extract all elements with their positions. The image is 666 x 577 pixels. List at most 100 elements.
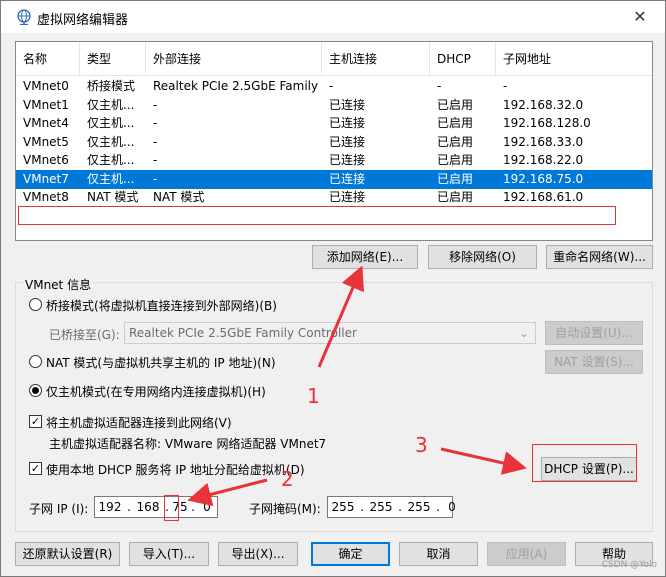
cell-subnet: 192.168.22.0 [503,153,584,167]
bridged-to-value: Realtek PCIe 2.5GbE Family Controller [129,326,357,340]
selected-row-highlight-box [18,206,616,225]
cell-type: 仅主机... [87,153,135,167]
subnet-mask-octet-2[interactable]: 255 [366,497,396,517]
cell-dhcp: 已启用 [437,97,474,112]
table-row[interactable]: VMnet7 仅主机... - 已连接 已启用 192.168.75.0 [16,169,652,189]
annotation-number-3: 3 [415,433,428,457]
ip-dot: . [127,500,131,514]
column-header-name[interactable]: 名称 [16,42,80,76]
subnet-ip-field[interactable]: 192. 168. 75. 0 [94,496,218,518]
subnet-ip-octet-2[interactable]: 168 [133,497,163,517]
cell-subnet: 192.168.61.0 [503,190,584,204]
remove-network-button[interactable]: 移除网络(O) [428,245,537,269]
cell-host: 已连接 [329,116,366,130]
restore-defaults-button[interactable]: 还原默认设置(R) [15,542,120,566]
add-network-button[interactable]: 添加网络(E)... [312,245,418,269]
annotation-number-2: 2 [281,467,294,491]
list-header: 名称 类型 外部连接 主机连接 DHCP 子网地址 [16,42,652,76]
table-row[interactable]: VMnet8 NAT 模式 NAT 模式 已连接 已启用 192.168.61.0 [16,188,652,207]
subnet-ip-octet-4[interactable]: 0 [197,497,217,517]
apply-button[interactable]: 应用(A) [487,542,566,566]
cell-subnet: 192.168.75.0 [503,171,584,186]
network-globe-icon [17,9,31,25]
table-row[interactable]: VMnet1 仅主机... - 已连接 已启用 192.168.32.0 [16,96,652,115]
chevron-down-icon: ⌄ [518,326,529,340]
cell-name: VMnet5 [23,134,69,149]
column-header-external[interactable]: 外部连接 [146,42,322,76]
cell-external: NAT 模式 [153,190,205,204]
cell-type: 仅主机... [87,134,135,149]
cell-name: VMnet6 [23,153,69,167]
cell-external: - [153,97,158,112]
cell-name: VMnet8 [23,190,69,204]
cell-subnet: 192.168.32.0 [503,97,584,112]
bridge-mode-radio[interactable] [29,298,42,311]
subnet-ip-octet-1[interactable]: 192 [95,497,125,517]
use-dhcp-label[interactable]: 使用本地 DHCP 服务将 IP 地址分配给虚拟机(D) [46,461,305,478]
cell-external: - [153,153,158,167]
cell-dhcp: 已启用 [437,153,474,167]
subnet-mask-octet-3[interactable]: 255 [404,497,434,517]
column-header-dhcp[interactable]: DHCP [430,42,496,76]
subnet-ip-octet-3[interactable]: 75 [171,497,189,517]
virtual-network-editor-window: 虚拟网络编辑器 ✕ 名称 类型 外部连接 主机连接 DHCP 子网地址 VMne… [0,0,666,577]
subnet-mask-field[interactable]: 255. 255. 255. 0 [327,496,456,518]
title-bar: 虚拟网络编辑器 ✕ [1,1,665,33]
table-row[interactable]: VMnet0 桥接模式 Realtek PCIe 2.5GbE Family ...… [16,77,652,96]
cell-external: Realtek PCIe 2.5GbE Family ... [153,79,322,93]
bridge-mode-label[interactable]: 桥接模式(将虚拟机直接连接到外部网络)(B) [46,297,277,314]
bridged-to-label: 已桥接至(G): [49,328,120,342]
cell-dhcp: 已启用 [437,190,474,204]
column-header-subnet[interactable]: 子网地址 [496,42,652,76]
cell-dhcp: 已启用 [437,134,474,149]
nat-mode-radio[interactable] [29,355,42,368]
column-header-type[interactable]: 类型 [80,42,146,76]
nat-settings-button[interactable]: NAT 设置(S)... [545,350,643,374]
cell-external: - [153,171,158,186]
host-only-mode-radio[interactable] [29,384,42,397]
cell-type: 仅主机... [87,116,135,130]
window-title: 虚拟网络编辑器 [37,13,129,28]
cell-host: 已连接 [329,134,366,149]
cell-host: 已连接 [329,190,366,204]
cell-host: 已连接 [329,171,366,186]
cell-type: 桥接模式 [87,79,136,93]
ip-dot: . [398,500,402,514]
close-icon[interactable]: ✕ [629,6,651,28]
export-button[interactable]: 导出(X)... [218,542,298,566]
annotation-number-1: 1 [307,384,320,408]
ok-button[interactable]: 确定 [311,542,390,566]
auto-settings-button[interactable]: 自动设置(U)... [545,321,643,345]
network-list[interactable]: 名称 类型 外部连接 主机连接 DHCP 子网地址 VMnet0 桥接模式 Real… [15,41,653,241]
subnet-mask-octet-1[interactable]: 255 [328,497,358,517]
cell-subnet: 192.168.33.0 [503,134,584,149]
ip-dot: . [191,500,195,514]
cell-dhcp: - [437,79,442,93]
cell-subnet: - [503,79,508,93]
cancel-button[interactable]: 取消 [399,542,478,566]
cell-type: 仅主机... [87,171,135,186]
cell-name: VMnet4 [23,116,69,130]
connect-adapter-checkbox[interactable]: ✓ [29,415,42,428]
dhcp-settings-button[interactable]: DHCP 设置(P)... [541,457,637,481]
rename-network-button[interactable]: 重命名网络(W)... [546,245,653,269]
connect-adapter-label[interactable]: 将主机虚拟适配器连接到此网络(V) [46,414,232,431]
host-only-mode-label[interactable]: 仅主机模式(在专用网络内连接虚拟机)(H) [46,383,266,400]
cell-host: - [329,79,334,93]
cell-subnet: 192.168.128.0 [503,116,591,130]
table-row[interactable]: VMnet6 仅主机... - 已连接 已启用 192.168.22.0 [16,151,652,170]
nat-mode-label[interactable]: NAT 模式(与虚拟机共享主机的 IP 地址)(N) [46,354,276,371]
cell-type: 仅主机... [87,97,135,112]
import-button[interactable]: 导入(T)... [129,542,209,566]
cell-external: - [153,116,158,130]
cell-name: VMnet1 [23,97,69,112]
bridged-to-select[interactable]: Realtek PCIe 2.5GbE Family Controller ⌄ [124,322,536,344]
table-row[interactable]: VMnet4 仅主机... - 已连接 已启用 192.168.128.0 [16,114,652,133]
cell-dhcp: 已启用 [437,171,474,186]
vmnet-info-group [15,282,653,532]
table-row[interactable]: VMnet5 仅主机... - 已连接 已启用 192.168.33.0 [16,133,652,152]
vmnet-info-title: VMnet 信息 [23,276,94,293]
subnet-mask-octet-4[interactable]: 0 [442,497,462,517]
column-header-host[interactable]: 主机连接 [322,42,430,76]
use-dhcp-checkbox[interactable]: ✓ [29,462,42,475]
